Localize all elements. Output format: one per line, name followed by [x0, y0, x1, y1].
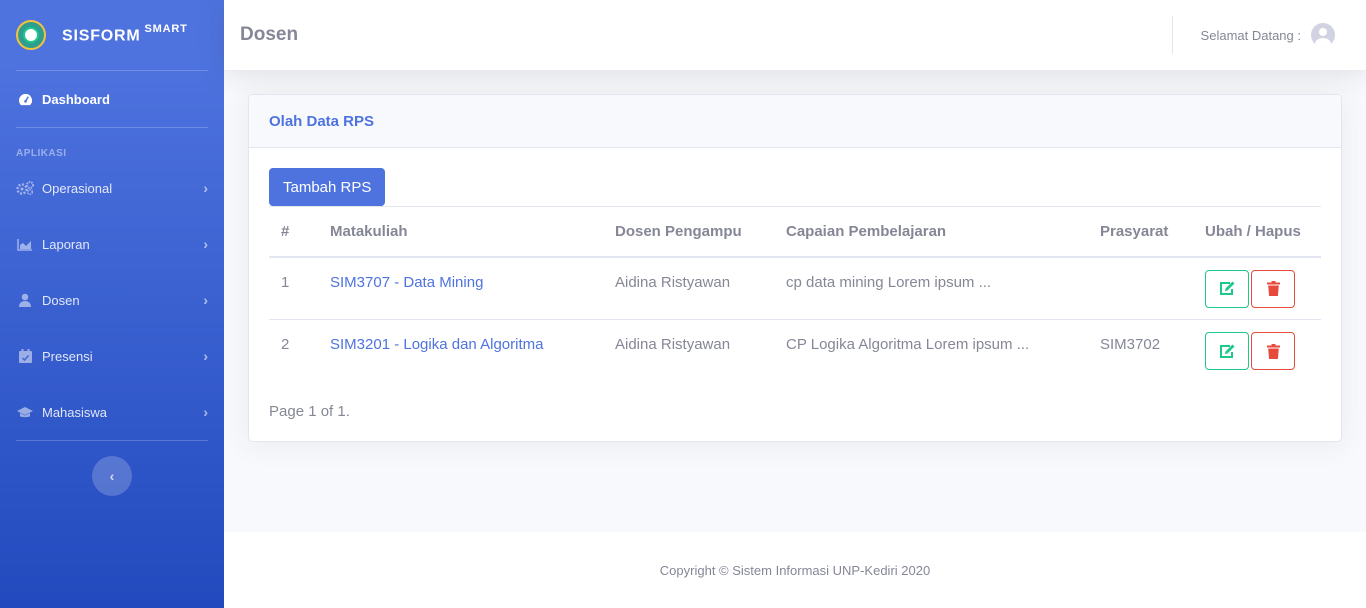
brand-text: SISFORM SMART — [62, 22, 188, 45]
trash-icon — [1266, 281, 1280, 296]
chevron-right-icon: › — [203, 180, 208, 196]
logo-icon — [16, 20, 46, 50]
table-row: 2 SIM3201 - Logika dan Algoritma Aidina … — [269, 319, 1321, 383]
user-menu[interactable]: Selamat Datang : — [1171, 0, 1366, 70]
chevron-left-icon: ‹ — [109, 468, 115, 484]
user-icon — [16, 293, 34, 307]
sidebar-item-label: Dosen — [42, 292, 80, 308]
rps-card: Olah Data RPS Tambah RPS # Matakuliah Do… — [248, 94, 1342, 442]
edit-button[interactable] — [1205, 332, 1249, 370]
cell-no: 1 — [269, 256, 318, 320]
column-header: # — [269, 206, 318, 258]
table-header-row: # Matakuliah Dosen Pengampu Capaian Pemb… — [269, 206, 1321, 258]
chevron-right-icon: › — [203, 292, 208, 308]
sidebar-item-label: Dashboard — [42, 91, 110, 107]
table-row: 1 SIM3707 - Data Mining Aidina Ristyawan… — [269, 256, 1321, 320]
brand-name: SISFORM — [62, 27, 141, 45]
cell-actions — [1193, 256, 1321, 320]
footer: Copyright © Sistem Informasi UNP-Kediri … — [224, 532, 1366, 608]
copyright-text: Copyright © Sistem Informasi UNP-Kediri … — [659, 562, 931, 578]
delete-button[interactable] — [1251, 269, 1295, 308]
tachometer-icon — [16, 92, 34, 106]
sidebar-item-label: Laporan — [42, 236, 90, 252]
brand-sup: SMART — [144, 22, 188, 35]
pagination-text: Page 1 of 1. — [269, 402, 350, 420]
topbar: Dosen Selamat Datang : — [224, 0, 1366, 70]
matakuliah-link[interactable]: SIM3707 - Data Mining — [330, 274, 483, 291]
edit-icon — [1219, 344, 1234, 358]
cell-matakuliah: SIM3201 - Logika dan Algoritma — [318, 319, 603, 383]
matakuliah-link[interactable]: SIM3201 - Logika dan Algoritma — [330, 336, 543, 353]
page-title: Dosen — [240, 24, 299, 45]
cell-prasyarat — [1088, 256, 1193, 320]
avatar-icon[interactable] — [1311, 23, 1335, 47]
sidebar-item-label: Operasional — [42, 180, 113, 196]
sidebar-heading: APLIKASI — [16, 148, 67, 159]
cogs-icon — [16, 181, 34, 195]
cell-capaian: CP Logika Algoritma Lorem ipsum ... — [774, 319, 1088, 383]
sidebar-item-dosen[interactable]: Dosen › — [0, 272, 224, 328]
cell-actions — [1193, 319, 1321, 383]
sidebar: SISFORM SMART Dashboard APLIKASI Operasio… — [0, 0, 224, 608]
chevron-right-icon: › — [203, 236, 208, 252]
cell-matakuliah: SIM3707 - Data Mining — [318, 256, 603, 320]
cell-prasyarat: SIM3702 — [1088, 319, 1193, 383]
cell-dosen: Aidina Ristyawan — [603, 256, 774, 320]
sidebar-item-label: Mahasiswa — [42, 404, 108, 420]
sidebar-item-label: Presensi — [42, 348, 93, 364]
sidebar-item-laporan[interactable]: Laporan › — [0, 216, 224, 272]
chevron-right-icon: › — [203, 404, 208, 420]
topbar-divider — [1171, 16, 1173, 54]
chart-area-icon — [16, 237, 34, 251]
column-header: Dosen Pengampu — [603, 206, 774, 258]
calendar-check-icon — [16, 349, 34, 363]
graduation-cap-icon — [16, 405, 34, 419]
sidebar-toggle-button[interactable]: ‹ — [92, 456, 132, 496]
add-rps-button[interactable]: Tambah RPS — [269, 168, 386, 206]
column-header: Matakuliah — [318, 206, 603, 258]
cell-capaian: cp data mining Lorem ipsum ... — [774, 256, 1088, 320]
trash-icon — [1266, 343, 1280, 359]
column-header: Ubah / Hapus — [1193, 206, 1321, 258]
cell-no: 2 — [269, 319, 318, 383]
column-header: Capaian Pembelajaran — [774, 206, 1088, 258]
sidebar-item-presensi[interactable]: Presensi › — [0, 328, 224, 384]
sidebar-item-mahasiswa[interactable]: Mahasiswa › — [0, 384, 224, 440]
chevron-right-icon: › — [203, 348, 208, 364]
cell-dosen: Aidina Ristyawan — [603, 319, 774, 383]
sidebar-divider — [16, 440, 208, 441]
edit-button[interactable] — [1205, 269, 1249, 308]
sidebar-item-operasional[interactable]: Operasional › — [0, 160, 224, 216]
card-title: Olah Data RPS — [269, 112, 375, 130]
edit-icon — [1219, 281, 1234, 295]
sidebar-item-dashboard[interactable]: Dashboard — [0, 71, 224, 127]
column-header: Prasyarat — [1088, 206, 1193, 258]
card-header: Olah Data RPS — [249, 95, 1341, 148]
card-body: Tambah RPS # Matakuliah Dosen Pengampu C… — [249, 148, 1341, 440]
rps-table: # Matakuliah Dosen Pengampu Capaian Pemb… — [269, 206, 1321, 383]
delete-button[interactable] — [1251, 332, 1295, 370]
welcome-text: Selamat Datang : — [1200, 27, 1301, 43]
brand[interactable]: SISFORM SMART — [0, 0, 224, 70]
